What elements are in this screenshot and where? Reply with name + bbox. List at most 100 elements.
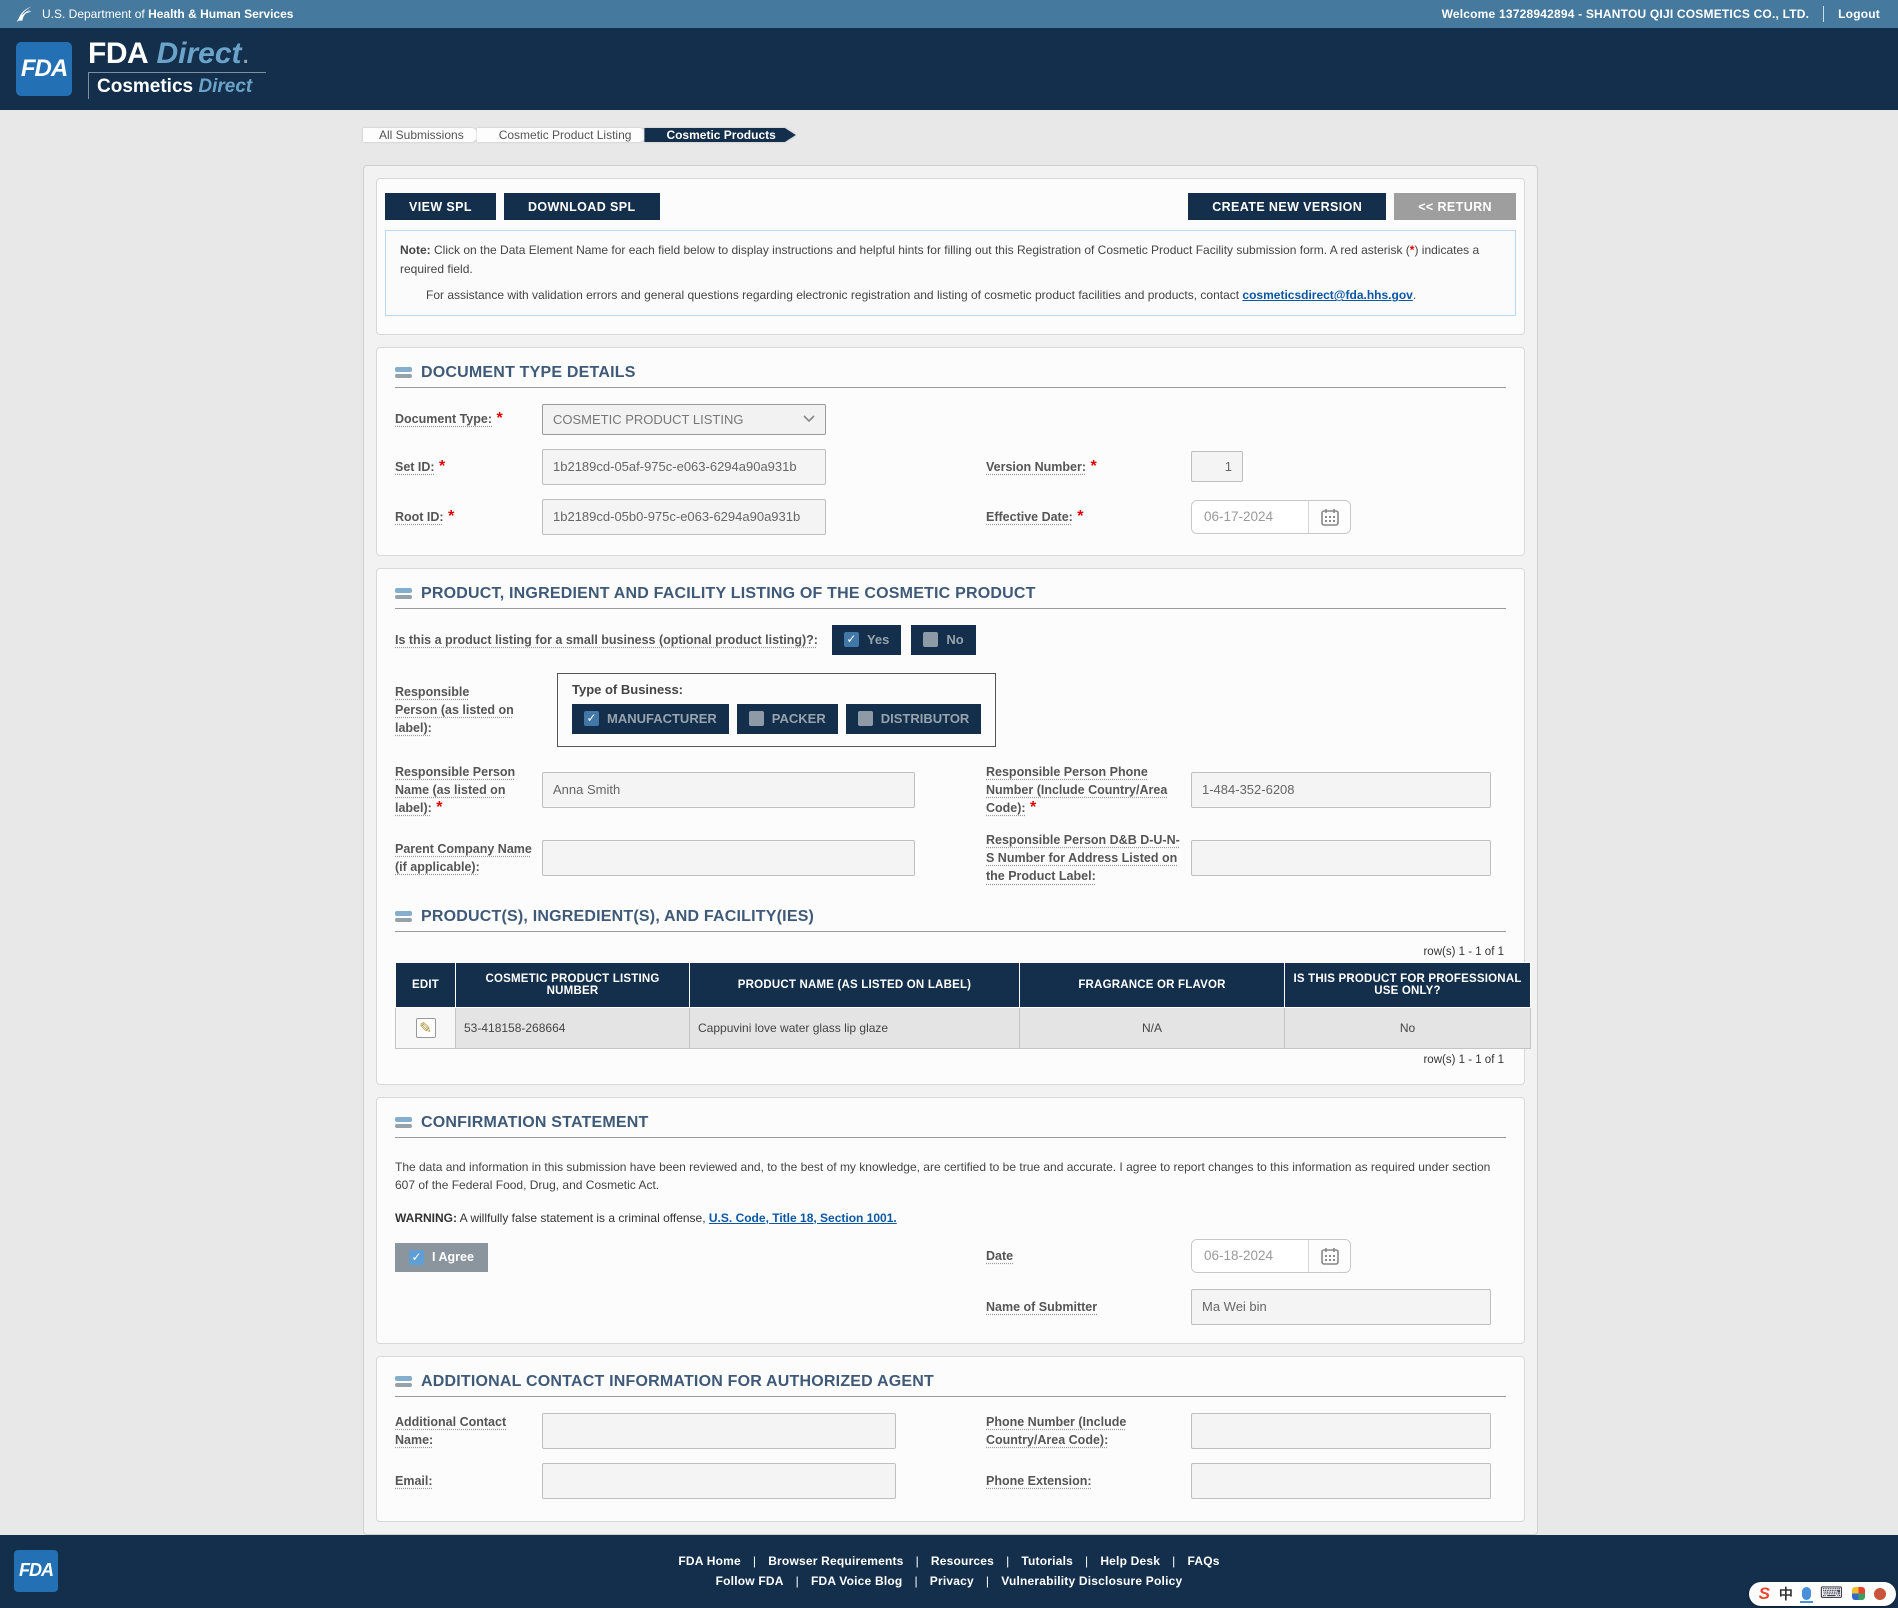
- rowcount-bottom: row(s) 1 - 1 of 1: [395, 1054, 1504, 1066]
- effective-date-label[interactable]: Effective Date:: [986, 510, 1073, 524]
- responsible-person-name-label[interactable]: Responsible Person Name (as listed on la…: [395, 765, 515, 815]
- col-header-fragrance: FRAGRANCE OR FLAVOR: [1020, 962, 1285, 1007]
- effective-date-calendar-button[interactable]: [1308, 501, 1350, 533]
- topbar-divider: [1823, 6, 1824, 22]
- submission-date-input[interactable]: [1192, 1240, 1308, 1272]
- name-of-submitter-label[interactable]: Name of Submitter: [986, 1300, 1097, 1314]
- set-id-input[interactable]: [542, 449, 826, 485]
- col-header-professional-use: IS THIS PRODUCT FOR PROFESSIONAL USE ONL…: [1285, 962, 1531, 1007]
- document-type-card: DOCUMENT TYPE DETAILS Document Type: * C…: [376, 347, 1525, 556]
- responsible-person-phone-input[interactable]: [1191, 772, 1491, 808]
- view-spl-button[interactable]: VIEW SPL: [385, 193, 496, 220]
- footer-link-tutorials[interactable]: Tutorials: [994, 1554, 1073, 1568]
- contact-email-link[interactable]: cosmeticsdirect@fda.hhs.gov: [1242, 288, 1412, 302]
- ime-sogou-icon[interactable]: S: [1759, 1585, 1770, 1603]
- additional-contact-card: ADDITIONAL CONTACT INFORMATION FOR AUTHO…: [376, 1356, 1525, 1522]
- additional-contact-name-label[interactable]: Additional Contact Name:: [395, 1415, 506, 1447]
- additional-contact-name-input[interactable]: [542, 1413, 896, 1449]
- footer-link-fda-voice-blog[interactable]: FDA Voice Blog: [784, 1574, 903, 1588]
- government-bar: U.S. Department of Health & Human Servic…: [0, 0, 1898, 28]
- page-body: All Submissions Cosmetic Product Listing…: [0, 110, 1898, 1535]
- calendar-icon: [1320, 507, 1340, 527]
- section-collapse-icon[interactable]: [395, 1376, 412, 1387]
- breadcrumb-cosmetic-products[interactable]: Cosmetic Products: [644, 128, 795, 142]
- edit-row-icon[interactable]: ✎: [416, 1018, 436, 1038]
- logout-link[interactable]: Logout: [1838, 7, 1880, 21]
- agent-email-label[interactable]: Email:: [395, 1474, 433, 1488]
- breadcrumb-all-submissions[interactable]: All Submissions: [363, 128, 484, 142]
- section-collapse-icon[interactable]: [395, 588, 412, 599]
- root-id-label[interactable]: Root ID:: [395, 510, 444, 524]
- checkbox-unchecked-icon: [923, 632, 938, 647]
- phone-extension-label[interactable]: Phone Extension:: [986, 1474, 1092, 1488]
- section-title-product-listing: PRODUCT, INGREDIENT AND FACILITY LISTING…: [421, 585, 1036, 603]
- page-footer: FDA FDA Home Browser Requirements Resour…: [0, 1535, 1898, 1608]
- agent-phone-number-input[interactable]: [1191, 1413, 1491, 1449]
- parent-company-name-label[interactable]: Parent Company Name (if applicable):: [395, 842, 532, 874]
- submission-date-calendar-button[interactable]: [1308, 1240, 1350, 1272]
- toolbar-card: VIEW SPL DOWNLOAD SPL CREATE NEW VERSION…: [376, 178, 1525, 335]
- calendar-icon: [1320, 1246, 1340, 1266]
- footer-link-vulnerability-disclosure[interactable]: Vulnerability Disclosure Policy: [974, 1574, 1182, 1588]
- checkbox-unchecked-icon: [749, 711, 764, 726]
- distributor-checkbox-button[interactable]: DISTRIBUTOR: [846, 704, 982, 734]
- breadcrumb-cosmetic-product-listing[interactable]: Cosmetic Product Listing: [477, 128, 652, 142]
- footer-link-fda-home[interactable]: FDA Home: [678, 1554, 741, 1568]
- breadcrumb: All Submissions Cosmetic Product Listing…: [363, 124, 1898, 147]
- small-business-yes-button[interactable]: ✓ Yes: [832, 625, 901, 655]
- submission-date-group: [1191, 1239, 1351, 1273]
- manufacturer-checkbox-button[interactable]: ✓ MANUFACTURER: [572, 704, 729, 734]
- ime-toolbox-icon[interactable]: [1874, 1588, 1886, 1600]
- agent-phone-number-label[interactable]: Phone Number (Include Country/Area Code)…: [986, 1415, 1126, 1447]
- agent-email-input[interactable]: [542, 1463, 896, 1499]
- root-id-input[interactable]: [542, 499, 826, 535]
- small-business-label[interactable]: Is this a product listing for a small bu…: [395, 631, 818, 649]
- cell-fragrance: N/A: [1020, 1007, 1285, 1048]
- section-collapse-icon[interactable]: [395, 911, 412, 922]
- responsible-person-name-input[interactable]: [542, 772, 915, 808]
- effective-date-input[interactable]: [1192, 501, 1308, 533]
- us-code-link[interactable]: U.S. Code, Title 18, Section 1001.: [709, 1211, 897, 1225]
- create-new-version-button[interactable]: CREATE NEW VERSION: [1188, 193, 1386, 220]
- i-agree-button[interactable]: ✓ I Agree: [395, 1243, 488, 1272]
- document-type-select[interactable]: COSMETIC PRODUCT LISTING: [542, 404, 826, 435]
- ime-skin-icon[interactable]: [1852, 1587, 1865, 1600]
- date-label[interactable]: Date: [986, 1249, 1013, 1263]
- cell-professional-use: No: [1285, 1007, 1531, 1048]
- note-box: Note: Click on the Data Element Name for…: [385, 230, 1516, 316]
- footer-link-browser-requirements[interactable]: Browser Requirements: [741, 1554, 904, 1568]
- ime-keyboard-icon[interactable]: ⌨: [1820, 1585, 1843, 1603]
- duns-number-input[interactable]: [1191, 840, 1491, 876]
- confirmation-card: CONFIRMATION STATEMENT The data and info…: [376, 1097, 1525, 1344]
- return-button[interactable]: << RETURN: [1394, 193, 1516, 220]
- warning-line: WARNING: A willfully false statement is …: [395, 1211, 1506, 1225]
- small-business-no-button[interactable]: No: [911, 625, 975, 655]
- document-type-label[interactable]: Document Type:: [395, 412, 492, 426]
- footer-link-follow-fda[interactable]: Follow FDA: [716, 1574, 784, 1588]
- packer-checkbox-button[interactable]: PACKER: [737, 704, 838, 734]
- footer-link-resources[interactable]: Resources: [904, 1554, 995, 1568]
- responsible-person-label[interactable]: Responsible Person (as listed on label):: [395, 683, 515, 737]
- parent-company-name-input[interactable]: [542, 840, 915, 876]
- phone-extension-input[interactable]: [1191, 1463, 1491, 1499]
- rowcount-top: row(s) 1 - 1 of 1: [395, 946, 1504, 958]
- effective-date-group: [1191, 500, 1351, 534]
- footer-link-faqs[interactable]: FAQs: [1160, 1554, 1219, 1568]
- ime-language-icon[interactable]: 中: [1779, 1585, 1793, 1603]
- version-number-label[interactable]: Version Number:: [986, 460, 1086, 474]
- section-collapse-icon[interactable]: [395, 367, 412, 378]
- ime-mic-icon[interactable]: [1802, 1587, 1811, 1600]
- responsible-person-phone-label[interactable]: Responsible Person Phone Number (Include…: [986, 765, 1167, 815]
- brand-fda: FDA: [88, 37, 148, 70]
- footer-fda-logo: FDA: [14, 1550, 58, 1592]
- footer-link-help-desk[interactable]: Help Desk: [1073, 1554, 1160, 1568]
- version-number-input[interactable]: [1191, 451, 1243, 482]
- section-title-confirmation: CONFIRMATION STATEMENT: [421, 1114, 649, 1132]
- duns-number-label[interactable]: Responsible Person D&B D-U-N-S Number fo…: [986, 833, 1180, 883]
- checkbox-checked-icon: ✓: [409, 1250, 424, 1265]
- footer-link-privacy[interactable]: Privacy: [902, 1574, 973, 1588]
- download-spl-button[interactable]: DOWNLOAD SPL: [504, 193, 660, 220]
- section-collapse-icon[interactable]: [395, 1117, 412, 1128]
- set-id-label[interactable]: Set ID:: [395, 460, 435, 474]
- name-of-submitter-input[interactable]: [1191, 1289, 1491, 1325]
